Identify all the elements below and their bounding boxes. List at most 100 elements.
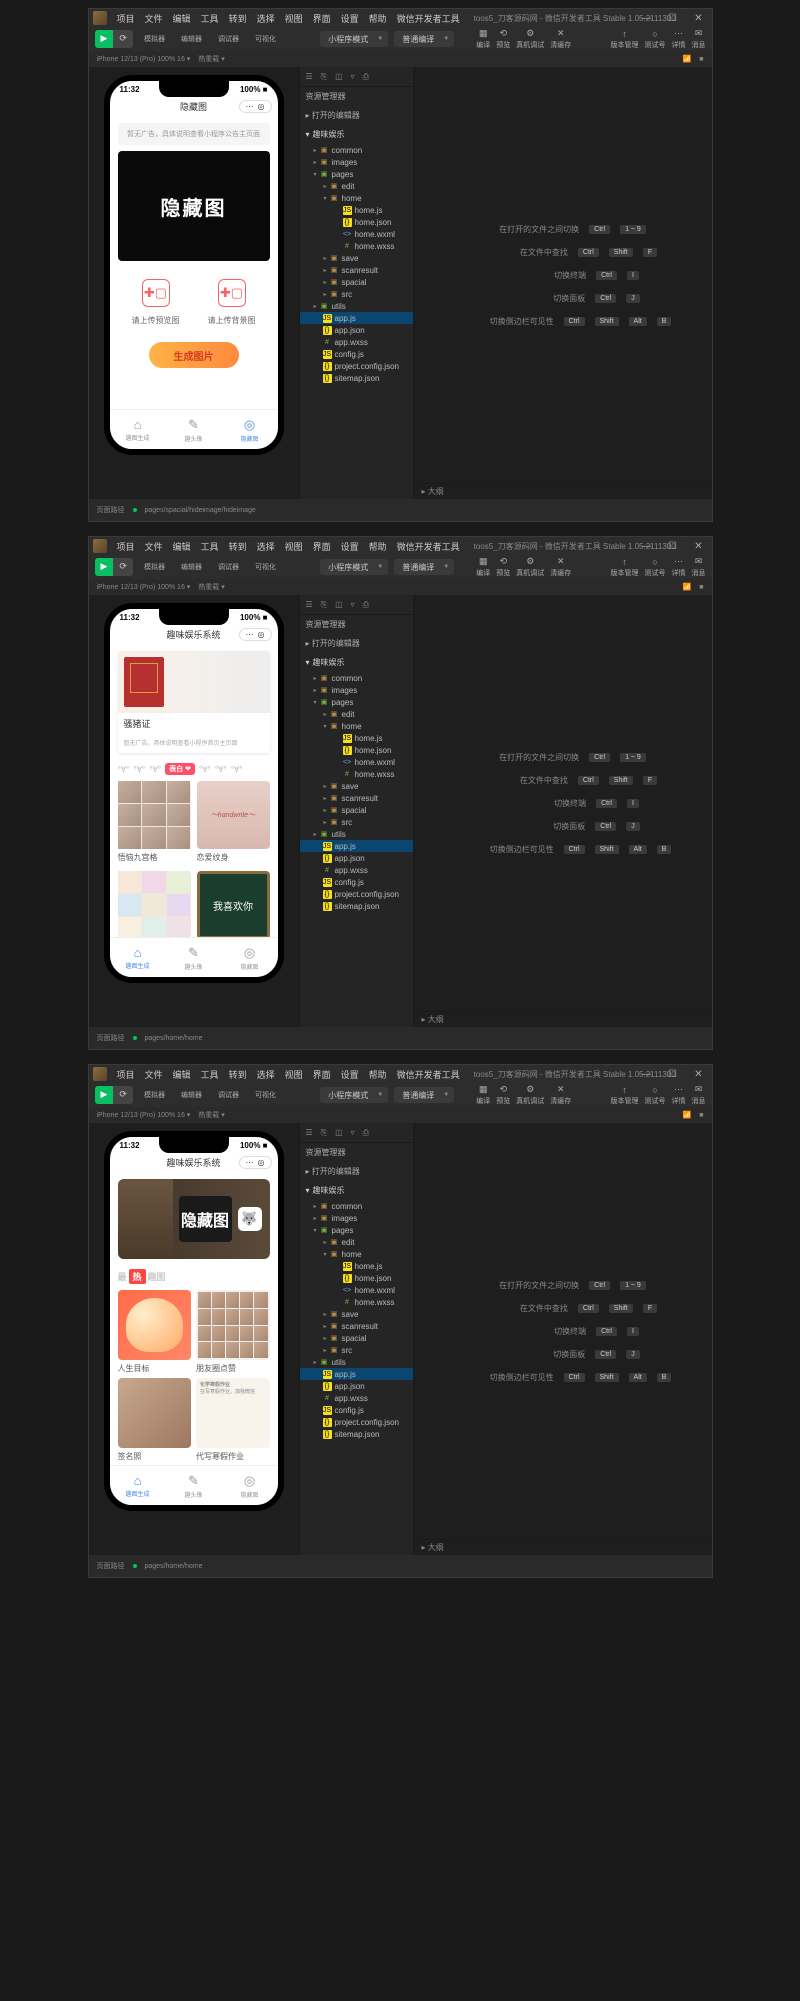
close-button[interactable]: ✕: [686, 537, 712, 555]
tree-item[interactable]: {}project.config.json: [300, 888, 413, 900]
compile-button[interactable]: ▶: [95, 30, 114, 48]
tree-item[interactable]: JSconfig.js: [300, 1404, 413, 1416]
capsule-button[interactable]: ⋯ ◎: [239, 100, 272, 113]
tab-avatar[interactable]: ✎趣头像: [166, 938, 222, 977]
tab-hidden[interactable]: ◎隐藏图: [222, 1466, 278, 1505]
preview-button[interactable]: ⟳: [113, 30, 133, 48]
tree-item[interactable]: ▾▣pages: [300, 696, 413, 708]
explorer-tab-icon[interactable]: ☰: [306, 72, 313, 81]
maximize-button[interactable]: ☐: [660, 9, 686, 27]
project-root[interactable]: ▾ 趣味娱乐: [300, 125, 413, 144]
menu-item[interactable]: 设置: [337, 10, 363, 27]
tab-home[interactable]: ⌂趣图生成: [110, 938, 166, 977]
tree-item[interactable]: ▸▣common: [300, 1200, 413, 1212]
menu-item[interactable]: 转到: [225, 10, 251, 27]
tree-item[interactable]: #home.wxss: [300, 240, 413, 252]
tree-item[interactable]: ▸▣edit: [300, 1236, 413, 1248]
simulator-toggle[interactable]: 模拟器: [139, 32, 170, 46]
tree-item[interactable]: #home.wxss: [300, 768, 413, 780]
minimize-button[interactable]: —: [634, 9, 660, 27]
tree-item[interactable]: {}app.json: [300, 1380, 413, 1392]
tree-item[interactable]: {}project.config.json: [300, 360, 413, 372]
tab-avatar[interactable]: ✎趣头像: [166, 1466, 222, 1505]
tree-item[interactable]: ▸▣spacial: [300, 276, 413, 288]
grid-item[interactable]: 朋友圈点赞: [196, 1290, 270, 1374]
tree-item[interactable]: ▸▣edit: [300, 180, 413, 192]
explorer-tab-icon[interactable]: ◫: [335, 72, 343, 81]
tree-item[interactable]: {}app.json: [300, 852, 413, 864]
device-dropdown[interactable]: iPhone 12/13 (Pro) 100% 16 ▾: [97, 55, 191, 63]
upload-background[interactable]: ✚▢ 请上传背景图: [208, 279, 256, 326]
tree-item[interactable]: JSapp.js: [300, 312, 413, 324]
version-action[interactable]: ↑版本管理: [611, 29, 639, 50]
tree-item[interactable]: <>home.wxml: [300, 1284, 413, 1296]
tree-item[interactable]: ▸▣src: [300, 1344, 413, 1356]
tree-item[interactable]: ▸▣save: [300, 1308, 413, 1320]
tree-item[interactable]: ▸▣images: [300, 684, 413, 696]
tree-item[interactable]: JSapp.js: [300, 1368, 413, 1380]
hero-banner[interactable]: 隐藏图 🐺: [118, 1179, 270, 1259]
tree-item[interactable]: #app.wxss: [300, 336, 413, 348]
visual-toggle[interactable]: 可视化: [250, 32, 281, 46]
cert-card[interactable]: 骚猪证 暂无广告，具体说明查看小程序首页主页面: [118, 651, 270, 753]
tree-item[interactable]: ▸▣utils: [300, 1356, 413, 1368]
tab-home[interactable]: ⌂趣图生成: [110, 1466, 166, 1505]
tree-item[interactable]: JSconfig.js: [300, 348, 413, 360]
tree-item[interactable]: ▸▣src: [300, 816, 413, 828]
test-action[interactable]: ○测试号: [645, 29, 666, 50]
explorer-tab-icon[interactable]: ⎘: [321, 72, 327, 82]
tree-item[interactable]: ▸▣common: [300, 672, 413, 684]
tree-item[interactable]: ▸▣src: [300, 288, 413, 300]
grid-item[interactable]: 人生目标: [118, 1290, 192, 1374]
tree-item[interactable]: JShome.js: [300, 1260, 413, 1272]
tree-item[interactable]: {}sitemap.json: [300, 372, 413, 384]
tree-item[interactable]: {}app.json: [300, 324, 413, 336]
open-editors-header[interactable]: ▸ 打开的编辑器: [300, 106, 413, 125]
capsule-button[interactable]: ⋯◎: [239, 628, 272, 641]
grid-item[interactable]: 签名照: [118, 1378, 192, 1462]
env-dropdown[interactable]: 普通编译: [394, 31, 454, 47]
tree-item[interactable]: {}home.json: [300, 1272, 413, 1284]
upload-preview[interactable]: ✚▢ 请上传预览图: [132, 279, 180, 326]
tree-item[interactable]: ▾▣pages: [300, 1224, 413, 1236]
tree-item[interactable]: ▸▣utils: [300, 300, 413, 312]
minimize-button[interactable]: —: [634, 537, 660, 555]
editor-toggle[interactable]: 编辑器: [176, 32, 207, 46]
menu-item[interactable]: 编辑: [169, 10, 195, 27]
tree-item[interactable]: {}home.json: [300, 216, 413, 228]
tab-hidden[interactable]: ◎隐藏图: [222, 938, 278, 977]
mode-dropdown[interactable]: 小程序模式: [320, 31, 388, 47]
tree-item[interactable]: JShome.js: [300, 204, 413, 216]
tree-item[interactable]: ▸▣spacial: [300, 804, 413, 816]
capsule-button[interactable]: ⋯◎: [239, 1156, 272, 1169]
tree-item[interactable]: JShome.js: [300, 732, 413, 744]
tree-item[interactable]: ▸▣images: [300, 156, 413, 168]
tree-item[interactable]: ▸▣save: [300, 780, 413, 792]
compile-action[interactable]: ▦编译: [476, 28, 490, 50]
menu-item[interactable]: 项目: [113, 10, 139, 27]
page-path[interactable]: pages/home/home: [145, 1035, 203, 1042]
tree-item[interactable]: ▸▣images: [300, 1212, 413, 1224]
tree-item[interactable]: <>home.wxml: [300, 756, 413, 768]
tree-item[interactable]: ▸▣spacial: [300, 1332, 413, 1344]
tree-item[interactable]: ▸▣scanresult: [300, 1320, 413, 1332]
tree-item[interactable]: {}sitemap.json: [300, 900, 413, 912]
hotreload-dropdown[interactable]: 热重载 ▾: [198, 54, 224, 64]
tree-item[interactable]: ▾▣pages: [300, 168, 413, 180]
explorer-tab-icon[interactable]: ▿: [351, 72, 355, 81]
grid-item[interactable]: ～handwrite～ 恋爱纹身: [197, 781, 270, 863]
tree-item[interactable]: #app.wxss: [300, 1392, 413, 1404]
tree-item[interactable]: #app.wxss: [300, 864, 413, 876]
tree-item[interactable]: ▾▣home: [300, 192, 413, 204]
tree-item[interactable]: #home.wxss: [300, 1296, 413, 1308]
menu-item[interactable]: 微信开发者工具: [393, 10, 464, 27]
details-action[interactable]: ⋯详情: [672, 28, 686, 50]
clear-cache-action[interactable]: ✕清缓存: [550, 28, 571, 50]
tree-item[interactable]: ▸▣scanresult: [300, 264, 413, 276]
tab-hidden[interactable]: ◎隐藏图: [222, 410, 278, 449]
outline-section[interactable]: ▸ 大纲: [414, 483, 712, 499]
tab-avatar[interactable]: ✎趣头像: [166, 410, 222, 449]
tree-item[interactable]: ▸▣save: [300, 252, 413, 264]
message-action[interactable]: ✉消息: [692, 28, 706, 50]
close-button[interactable]: ✕: [686, 9, 712, 27]
